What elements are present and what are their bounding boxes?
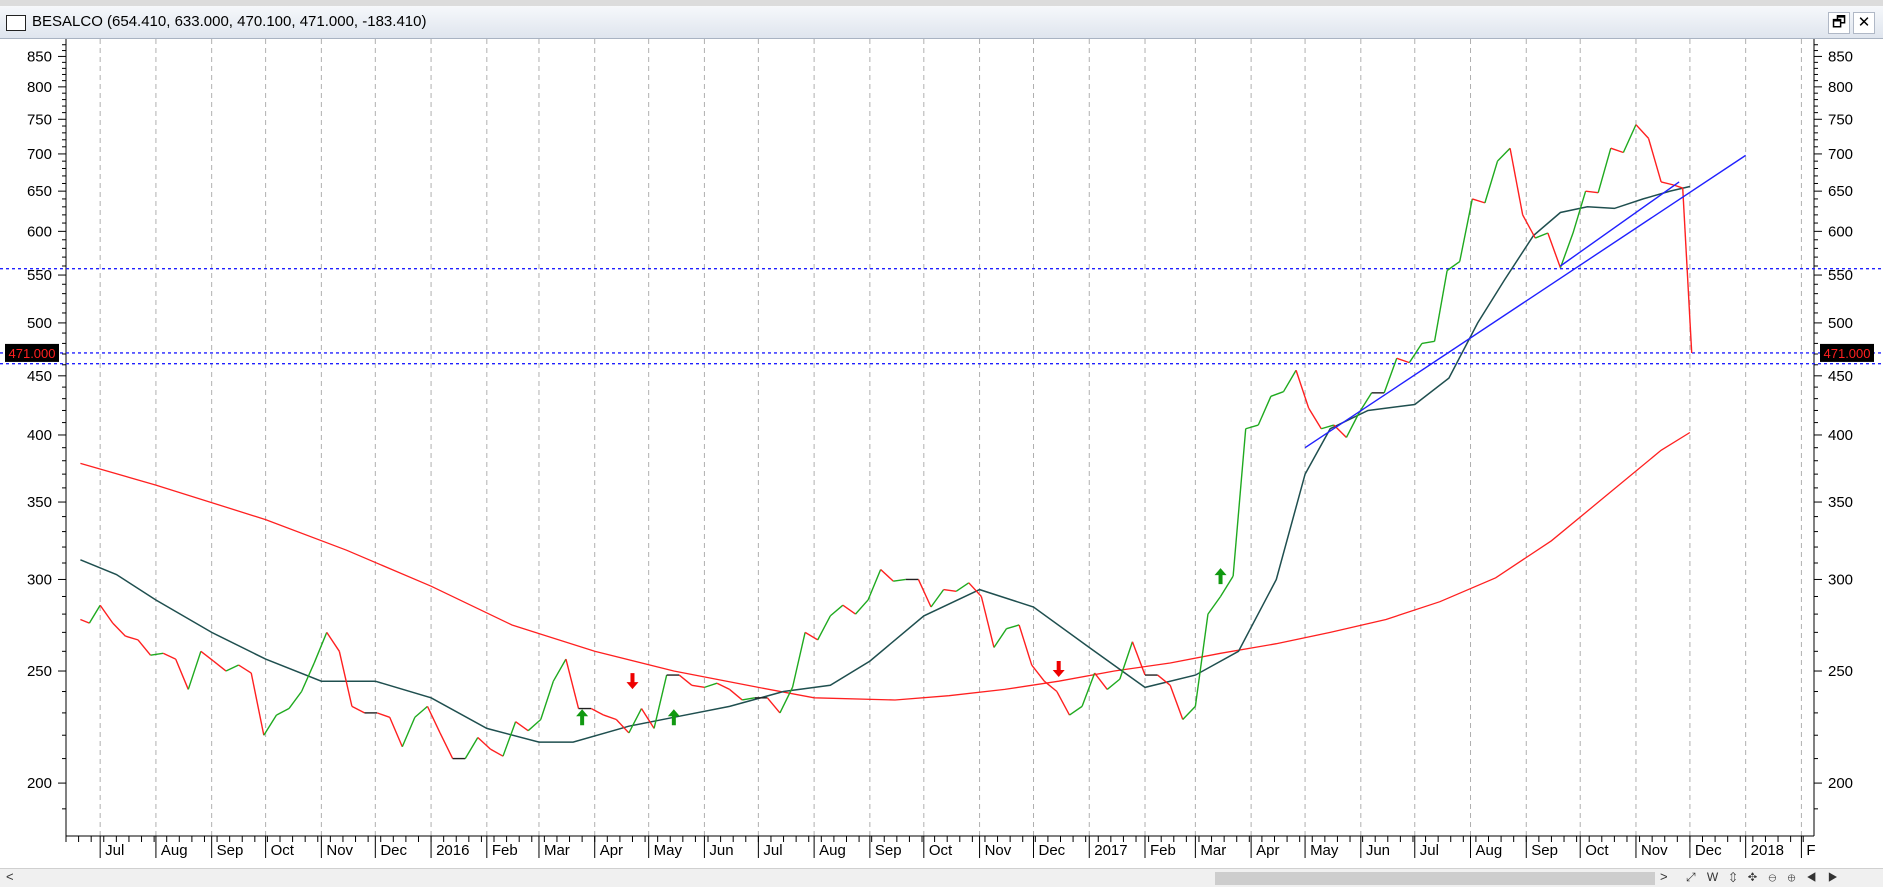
last-price-label-left: 471.000: [9, 346, 56, 361]
y-tick-label-right: 800: [1828, 79, 1853, 96]
scrollbar-thumb[interactable]: [1215, 872, 1655, 885]
x-tick-label: 2016: [436, 842, 469, 859]
y-tick-label-left: 200: [27, 775, 52, 792]
y-tick-label-right: 250: [1828, 663, 1853, 680]
y-tick-label-right: 750: [1828, 111, 1853, 128]
y-tick-label-left: 550: [27, 267, 52, 284]
y-tick-label-left: 500: [27, 315, 52, 332]
x-tick-label: Oct: [271, 842, 295, 859]
y-tick-label-left: 750: [27, 111, 52, 128]
y-tick-label-right: 200: [1828, 775, 1853, 792]
x-tick-label: Feb: [492, 842, 518, 859]
x-tick-label: Mar: [544, 842, 570, 859]
restore-button[interactable]: 🗗: [1828, 12, 1850, 34]
x-tick-label: Aug: [819, 842, 846, 859]
x-tick-label: 2017: [1094, 842, 1127, 859]
x-tick-label: Dec: [1039, 842, 1066, 859]
y-tick-label-right: 600: [1828, 223, 1853, 240]
x-tick-label: Sep: [875, 842, 902, 859]
x-tick-label: Nov: [985, 842, 1012, 859]
window-icon: [6, 15, 26, 31]
last-price-label-right: 471.000: [1824, 346, 1871, 361]
y-tick-label-left: 250: [27, 663, 52, 680]
x-tick-label: Apr: [600, 842, 623, 859]
y-tick-label-left: 300: [27, 571, 52, 588]
x-tick-label: Nov: [326, 842, 353, 859]
x-tick-label: Dec: [380, 842, 407, 859]
x-tick-label: Mar: [1200, 842, 1226, 859]
x-tick-label: 2018: [1751, 842, 1784, 859]
x-tick-label: Aug: [161, 842, 188, 859]
y-tick-label-right: 400: [1828, 427, 1853, 444]
horizontal-scrollbar[interactable]: < > ⤢ W ⇕ ✥ ⊖ ⊕ ◀ ▶: [0, 868, 1883, 887]
x-tick-label: F: [1806, 842, 1815, 859]
chart-area[interactable]: 200 200 250 250 300 300 350 350 400 400 450 450 500 5…: [0, 39, 1883, 868]
x-tick-label: May: [654, 842, 683, 859]
x-tick-label: Jul: [1420, 842, 1439, 859]
y-tick-label-left: 700: [27, 146, 52, 163]
x-tick-label: Oct: [929, 842, 953, 859]
x-tick-label: Apr: [1256, 842, 1279, 859]
x-tick-label: Nov: [1641, 842, 1668, 859]
price-chart[interactable]: 200 200 250 250 300 300 350 350 400 400 450 450 500 5…: [0, 39, 1883, 868]
y-tick-label-left: 400: [27, 427, 52, 444]
x-tick-label: May: [1310, 842, 1339, 859]
y-tick-label-left: 600: [27, 223, 52, 240]
x-tick-label: Sep: [1531, 842, 1558, 859]
y-tick-label-left: 450: [27, 368, 52, 385]
y-tick-label-left: 800: [27, 79, 52, 96]
x-tick-label: Sep: [217, 842, 244, 859]
y-tick-label-right: 550: [1828, 267, 1853, 284]
x-tick-label: Jun: [709, 842, 733, 859]
x-tick-label: Dec: [1695, 842, 1722, 859]
x-tick-label: Feb: [1150, 842, 1176, 859]
x-tick-label: Aug: [1476, 842, 1503, 859]
y-tick-label-right: 450: [1828, 368, 1853, 385]
chart-window-titlebar: BESALCO (654.410, 633.000, 470.100, 471.…: [0, 6, 1883, 39]
x-tick-label: Jul: [105, 842, 124, 859]
chart-navigation-tools[interactable]: ⤢ W ⇕ ✥ ⊖ ⊕ ◀ ▶: [1686, 870, 1841, 885]
y-tick-label-right: 650: [1828, 183, 1853, 200]
y-tick-label-right: 350: [1828, 494, 1853, 511]
y-tick-label-left: 650: [27, 183, 52, 200]
chart-window-title: BESALCO (654.410, 633.000, 470.100, 471.…: [32, 13, 427, 30]
y-tick-label-right: 700: [1828, 146, 1853, 163]
scroll-left-icon[interactable]: <: [6, 869, 14, 884]
y-tick-label-left: 350: [27, 494, 52, 511]
plot-background: [66, 39, 1814, 836]
scroll-right-icon[interactable]: >: [1660, 869, 1668, 884]
y-tick-label-left: 850: [27, 48, 52, 65]
close-button[interactable]: ✕: [1853, 12, 1875, 34]
x-tick-label: Jul: [763, 842, 782, 859]
y-tick-label-right: 500: [1828, 315, 1853, 332]
x-tick-label: Oct: [1585, 842, 1609, 859]
y-tick-label-right: 300: [1828, 571, 1853, 588]
x-tick-label: Jun: [1366, 842, 1390, 859]
y-tick-label-right: 850: [1828, 48, 1853, 65]
